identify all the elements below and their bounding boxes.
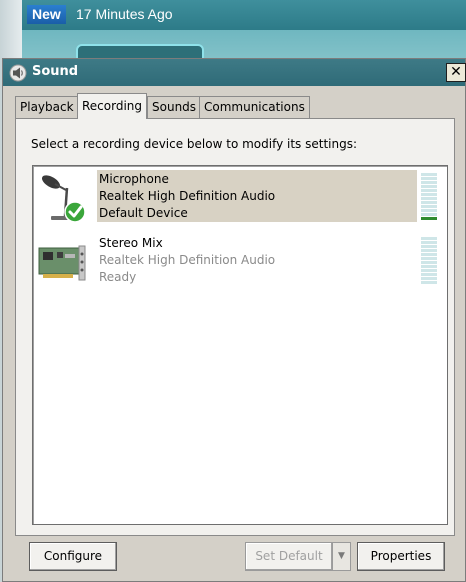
meter-segment: [421, 205, 437, 208]
meter-segment: [421, 185, 437, 188]
close-button[interactable]: ✕: [446, 63, 466, 82]
microphone-icon: [41, 175, 86, 223]
level-meter: [421, 236, 437, 284]
device-driver: Realtek High Definition Audio: [99, 189, 276, 203]
tab-recording[interactable]: Recording: [77, 93, 148, 119]
time-ago-label: 17 Minutes Ago: [76, 6, 173, 22]
meter-segment: [421, 265, 437, 268]
level-meter: [421, 172, 437, 220]
meter-segment: [421, 253, 437, 256]
configure-button[interactable]: Configure: [29, 542, 117, 571]
meter-segment: [421, 193, 437, 196]
meter-segment: [421, 217, 437, 220]
meter-segment: [421, 261, 437, 264]
meter-segment: [421, 181, 437, 184]
meter-segment: [421, 241, 437, 244]
sound-dialog: Sound ✕ Playback Recording Sounds Commun…: [2, 58, 466, 582]
device-status: Ready: [99, 270, 137, 284]
device-item-stereo-mix[interactable]: Stereo Mix Realtek High Definition Audio…: [35, 234, 445, 286]
meter-segment: [421, 173, 437, 176]
title-bar[interactable]: Sound ✕: [3, 59, 466, 86]
meter-segment: [421, 209, 437, 212]
device-item-microphone[interactable]: Microphone Realtek High Definition Audio…: [35, 170, 445, 223]
device-details: Stereo Mix Realtek High Definition Audio…: [97, 234, 417, 286]
device-details: Microphone Realtek High Definition Audio…: [97, 170, 417, 222]
meter-segment: [421, 177, 437, 180]
device-status: Default Device: [99, 206, 188, 220]
meter-segment: [421, 277, 437, 280]
meter-segment: [421, 269, 437, 272]
meter-segment: [421, 201, 437, 204]
meter-segment: [421, 189, 437, 192]
device-name: Microphone: [99, 172, 169, 186]
tab-playback[interactable]: Playback: [15, 96, 79, 118]
properties-button[interactable]: Properties: [357, 542, 445, 571]
meter-segment: [421, 273, 437, 276]
device-list[interactable]: Microphone Realtek High Definition Audio…: [32, 165, 448, 525]
speaker-icon: [9, 64, 27, 82]
device-driver: Realtek High Definition Audio: [99, 253, 276, 267]
meter-segment: [421, 245, 437, 248]
meter-segment: [421, 249, 437, 252]
sound-card-icon: [38, 245, 86, 281]
recording-panel: Select a recording device below to modif…: [15, 118, 455, 536]
meter-segment: [421, 237, 437, 240]
meter-segment: [421, 281, 437, 284]
tab-sounds[interactable]: Sounds: [147, 96, 202, 118]
device-name: Stereo Mix: [99, 236, 163, 250]
instruction-text: Select a recording device below to modif…: [31, 137, 358, 151]
meter-segment: [421, 213, 437, 216]
meter-segment: [421, 197, 437, 200]
window-title: Sound: [32, 64, 79, 79]
set-default-button[interactable]: Set Default: [245, 542, 333, 571]
new-badge: New: [27, 5, 66, 24]
set-default-dropdown-arrow-icon[interactable]: ▼: [332, 542, 351, 571]
tab-communications[interactable]: Communications: [199, 96, 310, 118]
meter-segment: [421, 257, 437, 260]
